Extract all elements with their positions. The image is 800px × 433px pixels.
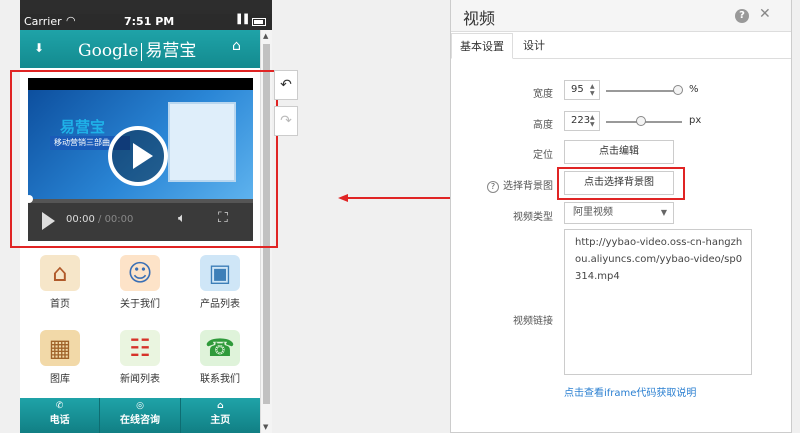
grid-item-about[interactable]: ☺ 关于我们	[100, 255, 180, 310]
footer-chat-button[interactable]: ◎ 在线咨询	[100, 398, 181, 433]
wifi-icon: ◠	[66, 14, 76, 27]
video-type-label: 视频类型	[513, 212, 553, 223]
grid-item-products[interactable]: ▣ 产品列表	[180, 255, 260, 310]
tab-basic-settings[interactable]: 基本设置	[451, 33, 513, 59]
help-circle-icon[interactable]: ?	[487, 181, 499, 193]
footer-label: 在线咨询	[119, 415, 160, 426]
chevron-down-icon: ▼	[660, 208, 667, 217]
width-label: 宽度	[533, 89, 553, 100]
grid-label: 首页	[50, 299, 70, 310]
height-label: 高度	[533, 120, 553, 131]
download-icon[interactable]: ⬇	[34, 41, 44, 55]
background-label: ? 选择背景图	[453, 177, 553, 193]
footer-phone-button[interactable]: ✆ 电话	[20, 398, 101, 433]
highlight-video-box	[10, 70, 278, 248]
panel-tabs: 基本设置 设计	[451, 33, 791, 59]
footer-label: 主页	[210, 415, 231, 426]
home-icon: ⌂	[217, 401, 224, 411]
tab-design[interactable]: 设计	[515, 33, 553, 59]
height-unit: px	[689, 115, 702, 126]
house-icon: ⌂	[40, 255, 80, 291]
help-icon[interactable]: ?	[735, 9, 749, 23]
app-footer: ✆ 电话 ◎ 在线咨询 ⌂ 主页	[20, 398, 260, 433]
grid-label: 新闻列表	[120, 374, 160, 385]
height-slider-knob[interactable]	[636, 116, 646, 126]
width-value: 95	[571, 84, 584, 95]
phone-icon: ✆	[55, 401, 64, 411]
people-icon: ☺	[120, 255, 160, 291]
width-unit: %	[689, 84, 699, 95]
undo-button[interactable]: ↶	[274, 70, 298, 100]
redo-button[interactable]: ↷	[274, 106, 298, 136]
grid-item-contact[interactable]: ☎ 联系我们	[180, 330, 260, 385]
signal-icon: ▐▐	[234, 15, 248, 25]
grid-item-gallery[interactable]: ▦ 图库	[20, 330, 100, 385]
logo-brand-text: 易营宝	[145, 41, 197, 61]
chat-icon: ◎	[136, 401, 144, 411]
footer-home-button[interactable]: ⌂ 主页	[181, 398, 260, 433]
close-icon[interactable]: ✕	[759, 6, 771, 22]
undo-icon: ↶	[280, 77, 292, 93]
grid-label: 联系我们	[200, 374, 240, 385]
height-value: 223	[571, 115, 591, 126]
app-header: ⬇ Google 易营宝 ⌂	[20, 30, 260, 68]
redo-icon: ↷	[280, 113, 292, 129]
grid-label: 图库	[50, 374, 70, 385]
stepper-arrows-icon[interactable]: ▲ ▼	[590, 114, 597, 128]
status-time: 7:51 PM	[124, 15, 175, 28]
calendar-icon: ☷	[120, 330, 160, 366]
width-slider[interactable]	[606, 90, 682, 92]
logo-google-text: Google	[78, 41, 139, 61]
grid-label: 产品列表	[200, 299, 240, 310]
edit-position-button[interactable]: 点击编辑	[564, 140, 674, 164]
panel-title: 视频	[463, 9, 496, 28]
video-type-value: 阿里视频	[573, 207, 613, 218]
iframe-help-link[interactable]: 点击查看iframe代码获取说明	[564, 384, 696, 399]
gallery-icon: ▦	[40, 330, 80, 366]
video-type-select[interactable]: 阿里视频 ▼	[564, 202, 674, 224]
telephone-icon: ☎	[200, 330, 240, 366]
home-icon[interactable]: ⌂	[232, 38, 241, 54]
height-stepper[interactable]: 223 ▲ ▼	[564, 111, 600, 131]
grid-item-news[interactable]: ☷ 新闻列表	[100, 330, 180, 385]
position-label: 定位	[533, 150, 553, 161]
panel-header: 视频 ? ✕	[451, 0, 791, 32]
video-link-label: 视频链接	[513, 316, 553, 327]
monitor-icon: ▣	[200, 255, 240, 291]
scroll-down-icon[interactable]: ▼	[263, 423, 268, 431]
video-link-input[interactable]: http://yybao-video.oss-cn-hangzhou.aliyu…	[564, 229, 752, 375]
highlight-background-button	[557, 167, 685, 200]
footer-label: 电话	[49, 415, 70, 426]
background-label-text: 选择背景图	[503, 181, 553, 192]
stepper-arrows-icon[interactable]: ▲ ▼	[590, 83, 597, 97]
width-stepper[interactable]: 95 ▲ ▼	[564, 80, 600, 100]
scroll-up-icon[interactable]: ▲	[263, 32, 268, 40]
grid-label: 关于我们	[120, 299, 160, 310]
grid-item-home[interactable]: ⌂ 首页	[20, 255, 100, 310]
site-logo[interactable]: Google 易营宝	[78, 36, 196, 61]
status-bar: Carrier ◠ 7:51 PM ▐▐	[20, 14, 272, 30]
carrier-label: Carrier	[24, 15, 62, 28]
battery-icon	[252, 18, 266, 26]
